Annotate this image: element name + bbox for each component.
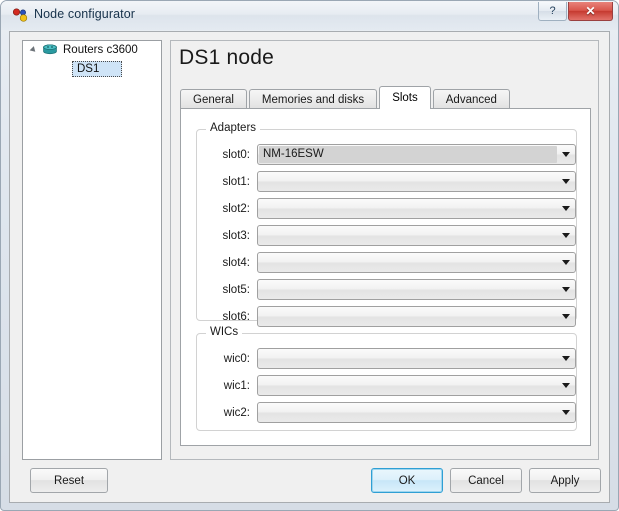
- chevron-down-icon[interactable]: [557, 199, 575, 218]
- app-icon: [12, 8, 29, 23]
- wic-row-wic0: wic0:: [197, 348, 576, 369]
- slot4-label: slot4:: [222, 256, 251, 269]
- tree-item-label: DS1: [77, 63, 100, 75]
- wics-group-title: WICs: [206, 326, 243, 338]
- window-title: Node configurator: [34, 7, 136, 21]
- chevron-down-icon[interactable]: [29, 45, 39, 55]
- wics-group: WICs wic0: wic1: wic2:: [196, 326, 577, 431]
- adapter-row-slot5: slot5:: [197, 279, 576, 300]
- tab-page-slots: Adapters slot0: NM-16ESW slot1: slot2: s…: [180, 108, 591, 446]
- adapter-row-slot6: slot6:: [197, 306, 576, 327]
- chevron-down-icon[interactable]: [557, 172, 575, 191]
- adapters-group-title: Adapters: [206, 122, 261, 134]
- close-button[interactable]: ✕: [568, 2, 613, 21]
- slot5-label: slot5:: [222, 283, 251, 296]
- tree-item-label: Routers c3600: [63, 44, 138, 56]
- node-settings-pane: DS1 node General Memories and disks Slot…: [170, 40, 599, 460]
- slot0-select[interactable]: NM-16ESW: [257, 144, 576, 165]
- slot1-select[interactable]: [257, 171, 576, 192]
- apply-button[interactable]: Apply: [529, 468, 601, 493]
- slot0-label: slot0:: [222, 148, 251, 161]
- slot6-select[interactable]: [257, 306, 576, 327]
- help-button[interactable]: ?: [538, 2, 567, 21]
- adapter-row-slot4: slot4:: [197, 252, 576, 273]
- slot2-select[interactable]: [257, 198, 576, 219]
- adapter-row-slot3: slot3:: [197, 225, 576, 246]
- node-configurator-window: Node configurator ? ✕ Routers c3600 DS1 …: [0, 0, 619, 511]
- chevron-down-icon[interactable]: [557, 307, 575, 326]
- adapter-row-slot0: slot0: NM-16ESW: [197, 144, 576, 165]
- window-controls: ? ✕: [537, 2, 613, 21]
- wic-row-wic1: wic1:: [197, 375, 576, 396]
- slot2-label: slot2:: [222, 202, 251, 215]
- chevron-down-icon[interactable]: [557, 280, 575, 299]
- tree-item-routers-c3600[interactable]: Routers c3600: [23, 41, 161, 59]
- slot5-select[interactable]: [257, 279, 576, 300]
- wic1-select[interactable]: [257, 375, 576, 396]
- slot6-label: slot6:: [222, 310, 251, 323]
- adapter-row-slot1: slot1:: [197, 171, 576, 192]
- wic0-select[interactable]: [257, 348, 576, 369]
- wic-row-wic2: wic2:: [197, 402, 576, 423]
- wic2-label: wic2:: [223, 406, 250, 419]
- cancel-button[interactable]: Cancel: [450, 468, 522, 493]
- slot0-value: NM-16ESW: [259, 146, 557, 163]
- slot1-label: slot1:: [222, 175, 251, 188]
- slot3-label: slot3:: [222, 229, 251, 242]
- wic1-label: wic1:: [223, 379, 250, 392]
- chevron-down-icon[interactable]: [557, 253, 575, 272]
- tab-memories-and-disks[interactable]: Memories and disks: [248, 89, 378, 109]
- tree-item-ds1[interactable]: DS1: [72, 61, 123, 77]
- tab-general[interactable]: General: [180, 89, 247, 109]
- router-icon: [42, 44, 58, 56]
- reset-button[interactable]: Reset: [30, 468, 108, 493]
- tab-bar: General Memories and disks Slots Advance…: [180, 86, 589, 109]
- ok-button[interactable]: OK: [371, 468, 443, 493]
- wic2-select[interactable]: [257, 402, 576, 423]
- tab-slots[interactable]: Slots: [379, 86, 431, 109]
- chevron-down-icon[interactable]: [557, 349, 575, 368]
- title-bar[interactable]: Node configurator ? ✕: [1, 1, 618, 30]
- wic0-label: wic0:: [223, 352, 250, 365]
- adapter-row-slot2: slot2:: [197, 198, 576, 219]
- slot4-select[interactable]: [257, 252, 576, 273]
- tab-advanced[interactable]: Advanced: [432, 89, 510, 109]
- slot3-select[interactable]: [257, 225, 576, 246]
- node-tree[interactable]: Routers c3600 DS1: [22, 40, 162, 460]
- dialog-client-area: Routers c3600 DS1 DS1 node General Memor…: [9, 31, 610, 503]
- adapters-group: Adapters slot0: NM-16ESW slot1: slot2: s…: [196, 122, 577, 327]
- chevron-down-icon[interactable]: [557, 226, 575, 245]
- chevron-down-icon[interactable]: [557, 376, 575, 395]
- chevron-down-icon[interactable]: [557, 403, 575, 422]
- page-title: DS1 node: [179, 46, 275, 69]
- chevron-down-icon[interactable]: [557, 145, 575, 164]
